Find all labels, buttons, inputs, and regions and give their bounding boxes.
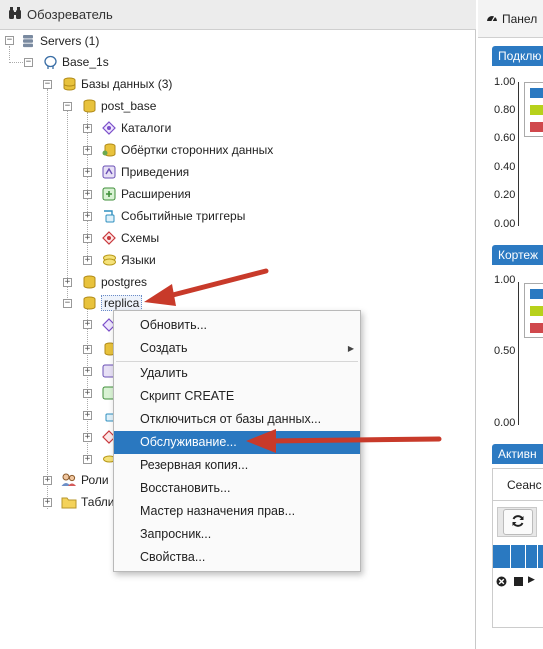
tick: 0.20 bbox=[494, 189, 516, 201]
tree-node-post-base[interactable]: post_base bbox=[81, 96, 156, 116]
expand-row-icon[interactable]: ▶ bbox=[528, 574, 535, 585]
tree-node-postgres[interactable]: postgres bbox=[81, 272, 147, 292]
menu-item-refresh[interactable]: Обновить... bbox=[114, 314, 360, 337]
refresh-button[interactable] bbox=[503, 509, 533, 535]
tree-label-event-triggers: Событийные триггеры bbox=[121, 209, 246, 223]
menu-item-grant-wizard[interactable]: Мастер назначения прав... bbox=[114, 500, 360, 523]
menu-item-delete[interactable]: Удалить bbox=[114, 362, 360, 385]
legend-swatch-blue bbox=[530, 88, 543, 98]
browser-header: Обозреватель bbox=[0, 0, 476, 30]
tick: 0.00 bbox=[494, 218, 516, 230]
stop-icon[interactable] bbox=[514, 577, 523, 586]
submenu-arrow-icon: ▶ bbox=[347, 344, 354, 353]
tick: 0.50 bbox=[494, 345, 516, 357]
menu-item-backup[interactable]: Резервная копия... bbox=[114, 454, 360, 477]
menu-item-restore[interactable]: Восстановить... bbox=[114, 477, 360, 500]
dashboard-icon bbox=[486, 12, 498, 26]
tree-label-post-base: post_base bbox=[101, 99, 157, 113]
dashboard-panel: Панел Подклю 1.00 0.80 0.60 0.40 0.20 0.… bbox=[478, 0, 543, 649]
table-header bbox=[493, 545, 543, 568]
tree-label-tablespaces: Табли bbox=[81, 495, 115, 509]
browser-title: Обозреватель bbox=[27, 7, 113, 22]
refresh-icon bbox=[511, 514, 525, 531]
tab-sessions[interactable]: Сеанс bbox=[493, 469, 543, 501]
tree-label-roles: Роли bbox=[81, 473, 109, 487]
servers-icon bbox=[20, 33, 36, 49]
menu-item-disconnect[interactable]: Отключиться от базы данных... bbox=[114, 408, 360, 431]
tick: 0.40 bbox=[494, 161, 516, 173]
cast-icon bbox=[101, 164, 117, 180]
tree-label-fdw: Обёртки сторонних данных bbox=[121, 143, 274, 157]
table-row: ▶ bbox=[493, 568, 543, 598]
tick: 0.80 bbox=[494, 104, 516, 116]
menu-item-create-script[interactable]: Скрипт CREATE bbox=[114, 385, 360, 408]
tree-node-servers[interactable]: Servers (1) bbox=[20, 31, 99, 51]
tree-node-databases[interactable]: Базы данных (3) bbox=[61, 74, 172, 94]
event-trigger-icon bbox=[101, 208, 117, 224]
activity-panel: Сеанс ▶ bbox=[492, 468, 543, 628]
tree-node-tablespaces[interactable]: Табли bbox=[61, 492, 115, 512]
legend-swatch-green bbox=[530, 306, 543, 316]
tick: 0.00 bbox=[494, 417, 516, 429]
panel-tuples-title: Кортеж bbox=[492, 245, 543, 265]
tree-node-event-triggers[interactable]: Событийные триггеры bbox=[101, 206, 245, 226]
legend-box bbox=[524, 283, 543, 338]
schema-icon bbox=[101, 230, 117, 246]
tree-node-server[interactable]: Base_1s bbox=[42, 52, 109, 72]
tree-node-catalogs[interactable]: Каталоги bbox=[101, 118, 171, 138]
tree-node-fdw[interactable]: Обёртки сторонних данных bbox=[101, 140, 273, 160]
panel-activity-title: Активн bbox=[492, 444, 543, 464]
legend-box bbox=[524, 82, 543, 137]
databases-icon bbox=[61, 76, 77, 92]
tree-node-roles[interactable]: Роли bbox=[61, 470, 109, 490]
menu-item-query-tool[interactable]: Запросник... bbox=[114, 523, 360, 546]
catalog-icon bbox=[101, 120, 117, 136]
folder-icon bbox=[61, 494, 77, 510]
elephant-icon bbox=[42, 54, 58, 70]
tick: 0.60 bbox=[494, 132, 516, 144]
menu-item-create[interactable]: Создать ▶ bbox=[114, 337, 360, 360]
legend-swatch-green bbox=[530, 105, 543, 115]
database-icon bbox=[81, 274, 97, 290]
legend-swatch-red bbox=[530, 122, 543, 132]
tick: 1.00 bbox=[494, 76, 516, 88]
tree-label-casts: Приведения bbox=[121, 165, 190, 179]
tree-node-languages[interactable]: Языки bbox=[101, 250, 156, 270]
tree-label-catalogs: Каталоги bbox=[121, 121, 172, 135]
legend-swatch-red bbox=[530, 323, 543, 333]
extension-icon bbox=[101, 186, 117, 202]
roles-icon bbox=[61, 472, 77, 488]
menu-item-properties[interactable]: Свойства... bbox=[114, 546, 360, 569]
menu-item-maintenance[interactable]: Обслуживание... bbox=[114, 431, 360, 454]
tree-label-servers: Servers (1) bbox=[40, 34, 100, 48]
context-menu: Обновить... Создать ▶ Удалить Скрипт CRE… bbox=[113, 310, 361, 572]
tree-node-schemas[interactable]: Схемы bbox=[101, 228, 159, 248]
tree-label-databases: Базы данных (3) bbox=[81, 77, 173, 91]
tree-node-extensions[interactable]: Расширения bbox=[101, 184, 191, 204]
database-icon bbox=[81, 295, 97, 311]
panel-connections-title: Подклю bbox=[492, 46, 543, 66]
terminate-icon[interactable] bbox=[496, 576, 507, 590]
tree-node-casts[interactable]: Приведения bbox=[101, 162, 189, 182]
dashboard-tab-label: Панел bbox=[502, 11, 538, 26]
legend-swatch-blue bbox=[530, 289, 543, 299]
tree-label-replica: replica bbox=[101, 295, 143, 311]
tree-label-languages: Языки bbox=[121, 253, 156, 267]
tree-label-postgres: postgres bbox=[101, 275, 148, 289]
menu-item-create-label: Создать bbox=[140, 341, 188, 355]
tree-label-schemas: Схемы bbox=[121, 231, 160, 245]
language-icon bbox=[101, 252, 117, 268]
tree-label-server: Base_1s bbox=[62, 55, 109, 69]
tree-label-extensions: Расширения bbox=[121, 187, 191, 201]
database-icon bbox=[81, 98, 97, 114]
dashboard-tab[interactable]: Панел bbox=[478, 0, 543, 38]
binoculars-icon bbox=[8, 6, 22, 23]
tick: 1.00 bbox=[494, 274, 516, 286]
foreign-data-wrapper-icon bbox=[101, 142, 117, 158]
